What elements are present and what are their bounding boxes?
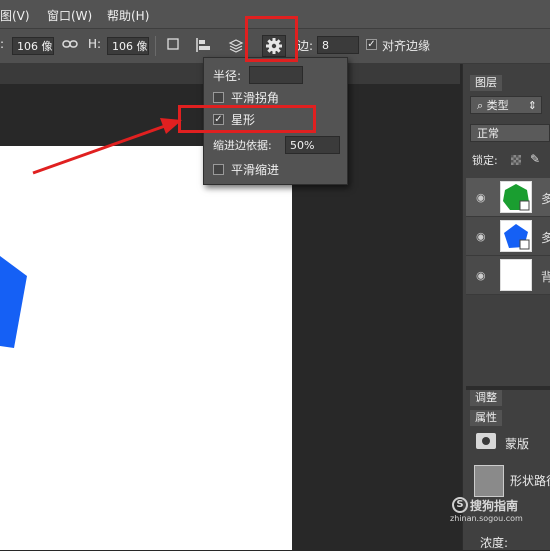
smooth-corners-checkbox[interactable] (213, 92, 224, 103)
shape-path-thumbnail (474, 465, 504, 497)
eye-icon[interactable]: ◉ (476, 269, 486, 282)
sogou-logo-icon: S (452, 497, 468, 513)
path-alignment-icon[interactable] (196, 38, 212, 52)
smooth-corners-label: 平滑拐角 (231, 91, 280, 105)
watermark-url: zhinan.sogou.com (450, 514, 523, 523)
shape-path-label: 形状路径 (510, 474, 550, 488)
layer-row[interactable]: ◉ 背 (466, 256, 550, 295)
indent-sides-label: 缩进边依据: (213, 139, 272, 152)
eye-icon[interactable]: ◉ (476, 191, 486, 204)
brush-icon[interactable]: ✎ (530, 152, 544, 166)
smooth-indents-checkbox[interactable] (213, 164, 224, 175)
path-arrangement-icon[interactable] (228, 37, 244, 53)
document-canvas[interactable] (0, 146, 292, 550)
blend-mode-select[interactable]: 正常 (470, 124, 550, 142)
watermark-brand: 搜狗指南 (470, 499, 519, 513)
link-icon[interactable] (62, 38, 78, 50)
layer-name: 多 (541, 231, 550, 245)
radius-field[interactable] (249, 66, 303, 84)
layer-row[interactable]: ◉ 多 (466, 217, 550, 256)
menu-window[interactable]: 窗口(W) (47, 7, 92, 24)
layer-thumbnail (500, 220, 532, 252)
indent-sides-field[interactable]: 50% (285, 136, 340, 154)
smooth-indents-label: 平滑缩进 (231, 163, 280, 177)
blue-polygon-shape (0, 256, 27, 348)
path-operations-icon[interactable] (167, 38, 180, 51)
layer-name: 多 (541, 192, 550, 206)
layer-kind-filter[interactable]: ⌕ 类型 ⇕ (470, 96, 542, 114)
tab-adjustments[interactable]: 调整 (470, 390, 502, 406)
radius-label: 半径: (213, 69, 242, 83)
height-label: H: (88, 37, 102, 51)
lock-transparent-icon[interactable] (511, 155, 521, 165)
gear-highlight-box (245, 16, 298, 62)
sides-field[interactable]: 8 (317, 36, 359, 54)
density-label: 浓度: (480, 536, 509, 550)
layer-row[interactable]: ◉ 多 (466, 178, 550, 217)
layer-name: 背 (541, 270, 550, 284)
eye-icon[interactable]: ◉ (476, 230, 486, 243)
menu-help[interactable]: 帮助(H) (107, 7, 149, 24)
align-edges-label: 对齐边缘 (382, 39, 431, 53)
align-edges-checkbox[interactable]: ✓ (366, 39, 377, 50)
sogou-watermark: S 搜狗指南 zhinan.sogou.com (448, 496, 550, 526)
chevron-updown-icon: ⇕ (527, 99, 537, 112)
search-icon: ⌕ (477, 99, 484, 112)
width-field[interactable]: 106 像素 (12, 37, 54, 55)
tab-layers[interactable]: 图层 (470, 75, 502, 91)
height-field[interactable]: 106 像素 (107, 37, 149, 55)
lock-label: 锁定: (472, 154, 498, 167)
menu-view[interactable]: 图(V) (0, 7, 30, 24)
layer-thumbnail (500, 259, 532, 291)
sides-label: 边: (297, 39, 314, 53)
separator (155, 36, 156, 56)
mask-label: 蒙版 (505, 437, 530, 451)
kind-filter-label: 类型 (486, 99, 509, 112)
width-label: : (0, 37, 5, 51)
star-highlight-box (178, 105, 316, 133)
mask-icon (476, 433, 496, 449)
tab-properties[interactable]: 属性 (470, 410, 502, 426)
layer-thumbnail (500, 181, 532, 213)
